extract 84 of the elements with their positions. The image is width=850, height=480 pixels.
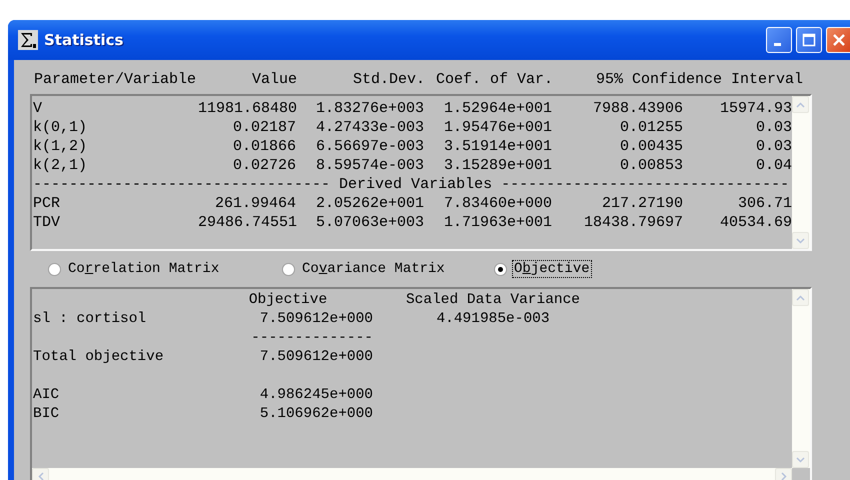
section-separator: --------------------------------- Derived Variables -------------------------------- — [33, 175, 790, 194]
table-cell-text: 7.509612e+000 — [258, 348, 373, 367]
column-header: Coef. of Var. — [434, 70, 553, 90]
table-cell-text: 2.05262e+001 — [314, 194, 424, 213]
table-cell-text: 1.71963e+001 — [442, 213, 552, 232]
table-cell-text: 6.56697e-003 — [314, 137, 424, 156]
scroll-up-button[interactable] — [792, 96, 809, 113]
scroll-left-button[interactable] — [32, 468, 49, 480]
table-cell-text: 7.509612e+000 — [258, 310, 373, 329]
column-header: Scaled Data Variance — [404, 291, 582, 310]
table-cell-text: 4.491985e-003 — [435, 310, 551, 329]
table-cell-text: 15974.93 — [718, 99, 792, 118]
close-icon — [832, 33, 846, 47]
vertical-scrollbar[interactable] — [792, 96, 810, 249]
radio-button[interactable] — [494, 262, 507, 276]
table-cell-text: 7.83460e+000 — [442, 194, 552, 213]
table-cell-text: k(2,1) — [33, 156, 88, 175]
table-cell-text: 0.01866 — [232, 137, 296, 156]
window-title: Statistics — [44, 31, 124, 49]
sigma-icon — [18, 30, 38, 50]
scroll-right-button[interactable] — [775, 468, 792, 480]
table-cell-text: V — [33, 99, 44, 118]
column-header: Value — [250, 70, 297, 90]
caret-down-icon — [796, 238, 805, 244]
table-cell-text: 0.00435 — [618, 137, 683, 156]
table-cell-text: 0.00853 — [618, 156, 683, 175]
table-cell-text: 1.95476e+001 — [442, 118, 552, 137]
table-cell-text: PCR — [33, 194, 62, 213]
close-button[interactable] — [826, 27, 850, 53]
table-cell-text: sl : cortisol — [33, 310, 148, 329]
table-cell: 11981.68480 — [198, 99, 296, 118]
table-cell-text: TDV — [33, 213, 62, 232]
vertical-scrollbar[interactable] — [792, 289, 810, 468]
maximize-icon — [802, 33, 816, 47]
table-cell-text: 8.59574e-003 — [314, 156, 424, 175]
table-cell-text: 5.07063e+003 — [314, 213, 424, 232]
table-cell-text: 0.03 — [754, 118, 792, 137]
table-cell-text: 4.986245e+000 — [258, 386, 373, 405]
column-header: 95% Confidence Interval — [594, 70, 803, 90]
table-cell-text: 1.52964e+001 — [442, 99, 552, 118]
scroll-up-button[interactable] — [792, 289, 809, 306]
table-cell-text: 0.01255 — [618, 118, 683, 137]
table-cell-text: k(0,1) — [33, 118, 88, 137]
caret-left-icon — [38, 472, 44, 480]
table-cell-text: 0.02187 — [232, 118, 296, 137]
table-cell-text: 5.106962e+000 — [258, 405, 373, 424]
results-list[interactable] — [30, 94, 812, 251]
radio-button[interactable] — [48, 262, 61, 276]
table-cell-text: BIC — [33, 405, 60, 424]
table-cell-text: 217.27190 — [600, 194, 683, 213]
table-cell-text: Total objective — [33, 348, 165, 367]
table-cell-text: 3.15289e+001 — [442, 156, 552, 175]
radio-label[interactable]: Covariance Matrix — [300, 260, 447, 278]
caret-up-icon — [796, 294, 805, 300]
scroll-down-button[interactable] — [792, 232, 809, 249]
table-cell-text: 4.27433e-003 — [314, 118, 424, 137]
caret-up-icon — [796, 102, 805, 108]
table-cell-text: 40534.69 — [718, 213, 792, 232]
table-cell-text: 7988.43906 — [592, 99, 683, 118]
total-rule: -------------- — [250, 329, 373, 348]
radio-label[interactable]: Cor relation Matrix — [66, 260, 222, 278]
horizontal-scrollbar[interactable] — [32, 468, 792, 480]
table-cell-text: 0.02726 — [232, 156, 296, 175]
caret-down-icon — [796, 456, 805, 462]
table-cell-text: k(1,2) — [33, 137, 88, 156]
table-cell-text: 0.03 — [754, 137, 792, 156]
maximize-button[interactable] — [796, 27, 822, 53]
scroll-down-button[interactable] — [792, 451, 809, 468]
table-cell-text: 1.83276e+003 — [314, 99, 424, 118]
table-cell: 29486.74551 — [198, 213, 296, 232]
table-cell-text: 0.04 — [754, 156, 792, 175]
table-cell-text: 18438.79697 — [582, 213, 683, 232]
table-cell-text: 306.71 — [736, 194, 792, 213]
minimize-icon — [774, 42, 780, 46]
table-cell-text: 261.99464 — [214, 194, 296, 213]
table-cell-text: 3.51914e+001 — [442, 137, 552, 156]
column-header: Std.Dev. — [352, 70, 425, 90]
column-header: Parameter/Variable — [34, 70, 198, 90]
radio-button[interactable] — [282, 262, 295, 276]
table-cell-text: AIC — [33, 386, 60, 405]
column-header: Objective — [248, 291, 328, 310]
caret-right-icon — [780, 472, 786, 480]
minimize-button[interactable] — [766, 27, 792, 53]
radio-label[interactable]: Objective — [512, 260, 592, 278]
